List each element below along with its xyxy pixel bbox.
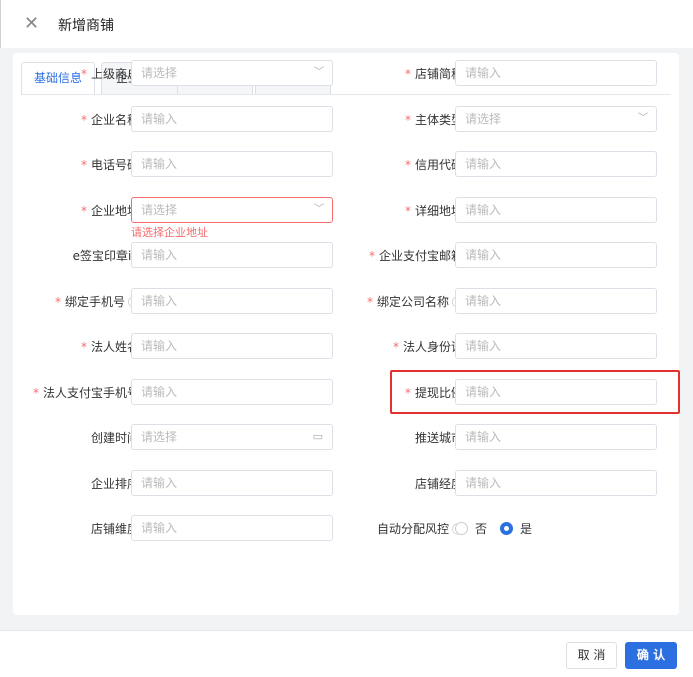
field-label-text: e签宝印章id [72, 249, 139, 263]
text-input[interactable]: 请输入 [455, 288, 657, 314]
text-input[interactable]: 请输入 [455, 197, 657, 223]
dialog-footer: 取 消 确 认 [0, 630, 693, 677]
placeholder-text: 请输入 [141, 339, 178, 353]
form-panel: 基础信息 企业简介 其他附件 参数配置 *上级商户请选择﹀*企业名称请输入*电话… [13, 53, 680, 615]
radio-option[interactable]: 是 [500, 520, 532, 537]
select-dropdown[interactable]: 请选择 ﹀ [131, 60, 333, 86]
placeholder-text: 请输入 [141, 385, 178, 399]
required-asterisk: * [404, 113, 411, 127]
calendar-icon: ▭ [312, 430, 323, 443]
field-label: * 法人身份证 [393, 338, 463, 355]
text-input[interactable]: 请输入 [455, 60, 657, 86]
placeholder-text: 请输入 [141, 157, 178, 171]
placeholder-text: 请输入 [465, 339, 502, 353]
close-icon[interactable]: ✕ [24, 14, 39, 34]
chevron-down-icon: ﹀ [314, 204, 324, 215]
field-label: *绑定公司名称ⓘ [367, 293, 463, 310]
placeholder-text: 请输入 [465, 248, 502, 262]
radio-label: 是 [520, 522, 533, 536]
chevron-down-icon: ﹀ [638, 113, 648, 124]
text-input[interactable]: 请输入 [131, 151, 333, 177]
cancel-button[interactable]: 取 消 [566, 642, 617, 669]
add-shop-dialog: ✕ 新增商铺 基础信息 企业简介 其他附件 参数配置 *上级商户请选择﹀*企业名… [0, 0, 693, 677]
date-picker[interactable]: 请选择 ▭ [131, 424, 333, 450]
text-input[interactable]: 请输入 [131, 379, 333, 405]
error-message: 请选择企业地址 [131, 226, 208, 239]
text-input[interactable]: 请输入 [455, 470, 657, 496]
text-input[interactable]: 请输入 [455, 151, 657, 177]
text-input[interactable]: 请输入 [131, 333, 333, 359]
field-label: e签宝印章id [73, 247, 139, 264]
placeholder-text: 请输入 [465, 157, 502, 171]
select-dropdown[interactable]: 请选择 ﹀ [455, 106, 657, 132]
placeholder-text: 请输入 [465, 203, 502, 217]
placeholder-text: 请输入 [141, 248, 178, 262]
placeholder-text: 请输入 [141, 521, 178, 535]
required-asterisk: * [80, 67, 87, 81]
field-label: 自动分配风控ⓘ [377, 520, 463, 537]
placeholder-text: 请选择 [141, 430, 178, 444]
required-asterisk: * [404, 204, 411, 218]
required-asterisk: * [80, 204, 87, 218]
required-asterisk: * [368, 249, 375, 263]
text-input[interactable]: 请输入 [131, 242, 333, 268]
radio-label: 否 [475, 522, 488, 536]
placeholder-text: 请输入 [465, 294, 502, 308]
field-label: * 企业支付宝邮箱 [369, 247, 463, 264]
radio-circle-icon[interactable] [455, 522, 468, 535]
placeholder-text: 请输入 [465, 430, 502, 444]
text-input[interactable]: 请输入 [131, 470, 333, 496]
radio-circle-icon[interactable] [500, 522, 513, 535]
required-asterisk: * [54, 295, 61, 309]
required-asterisk: * [80, 158, 87, 172]
radio-option[interactable]: 否 [455, 520, 487, 537]
field-label-text: 自动分配风控 [376, 522, 449, 536]
select-dropdown[interactable]: 请选择 ﹀ [131, 197, 333, 223]
field-label: * 法人支付宝手机号 [33, 384, 139, 401]
field-label-text: 绑定公司名称 [376, 295, 449, 309]
dialog-body: 基础信息 企业简介 其他附件 参数配置 *上级商户请选择﹀*企业名称请输入*电话… [0, 48, 693, 630]
tab-divider [21, 94, 671, 95]
placeholder-text: 请输入 [141, 476, 178, 490]
text-input[interactable]: 请输入 [131, 106, 333, 132]
required-asterisk: * [80, 113, 87, 127]
field-label: *绑定手机号ⓘ [55, 293, 139, 310]
placeholder-text: 请输入 [465, 66, 502, 80]
placeholder-text: 请选择 [141, 66, 178, 80]
placeholder-text: 请选择 [141, 203, 178, 217]
required-asterisk: * [404, 158, 411, 172]
required-asterisk: * [32, 386, 39, 400]
placeholder-text: 请输入 [465, 476, 502, 490]
dialog-title: 新增商铺 [58, 18, 114, 34]
placeholder-text: 请选择 [465, 112, 502, 126]
field-label-text: 企业支付宝邮箱 [378, 249, 463, 263]
field-label-text: 法人支付宝手机号 [42, 386, 139, 400]
placeholder-text: 请输入 [141, 112, 178, 126]
field-label-text: 绑定手机号 [64, 295, 125, 309]
confirm-button[interactable]: 确 认 [625, 642, 677, 669]
placeholder-text: 请输入 [141, 294, 178, 308]
highlight-box [390, 370, 680, 414]
text-input[interactable]: 请输入 [455, 333, 657, 359]
text-input[interactable]: 请输入 [131, 288, 333, 314]
required-asterisk: * [392, 340, 399, 354]
required-asterisk: * [366, 295, 373, 309]
text-input[interactable]: 请输入 [131, 515, 333, 541]
required-asterisk: * [404, 67, 411, 81]
required-asterisk: * [80, 340, 87, 354]
field-label-text: 法人身份证 [402, 340, 463, 354]
dialog-header: ✕ 新增商铺 [0, 0, 693, 48]
text-input[interactable]: 请输入 [455, 242, 657, 268]
chevron-down-icon: ﹀ [314, 67, 324, 78]
text-input[interactable]: 请输入 [455, 424, 657, 450]
